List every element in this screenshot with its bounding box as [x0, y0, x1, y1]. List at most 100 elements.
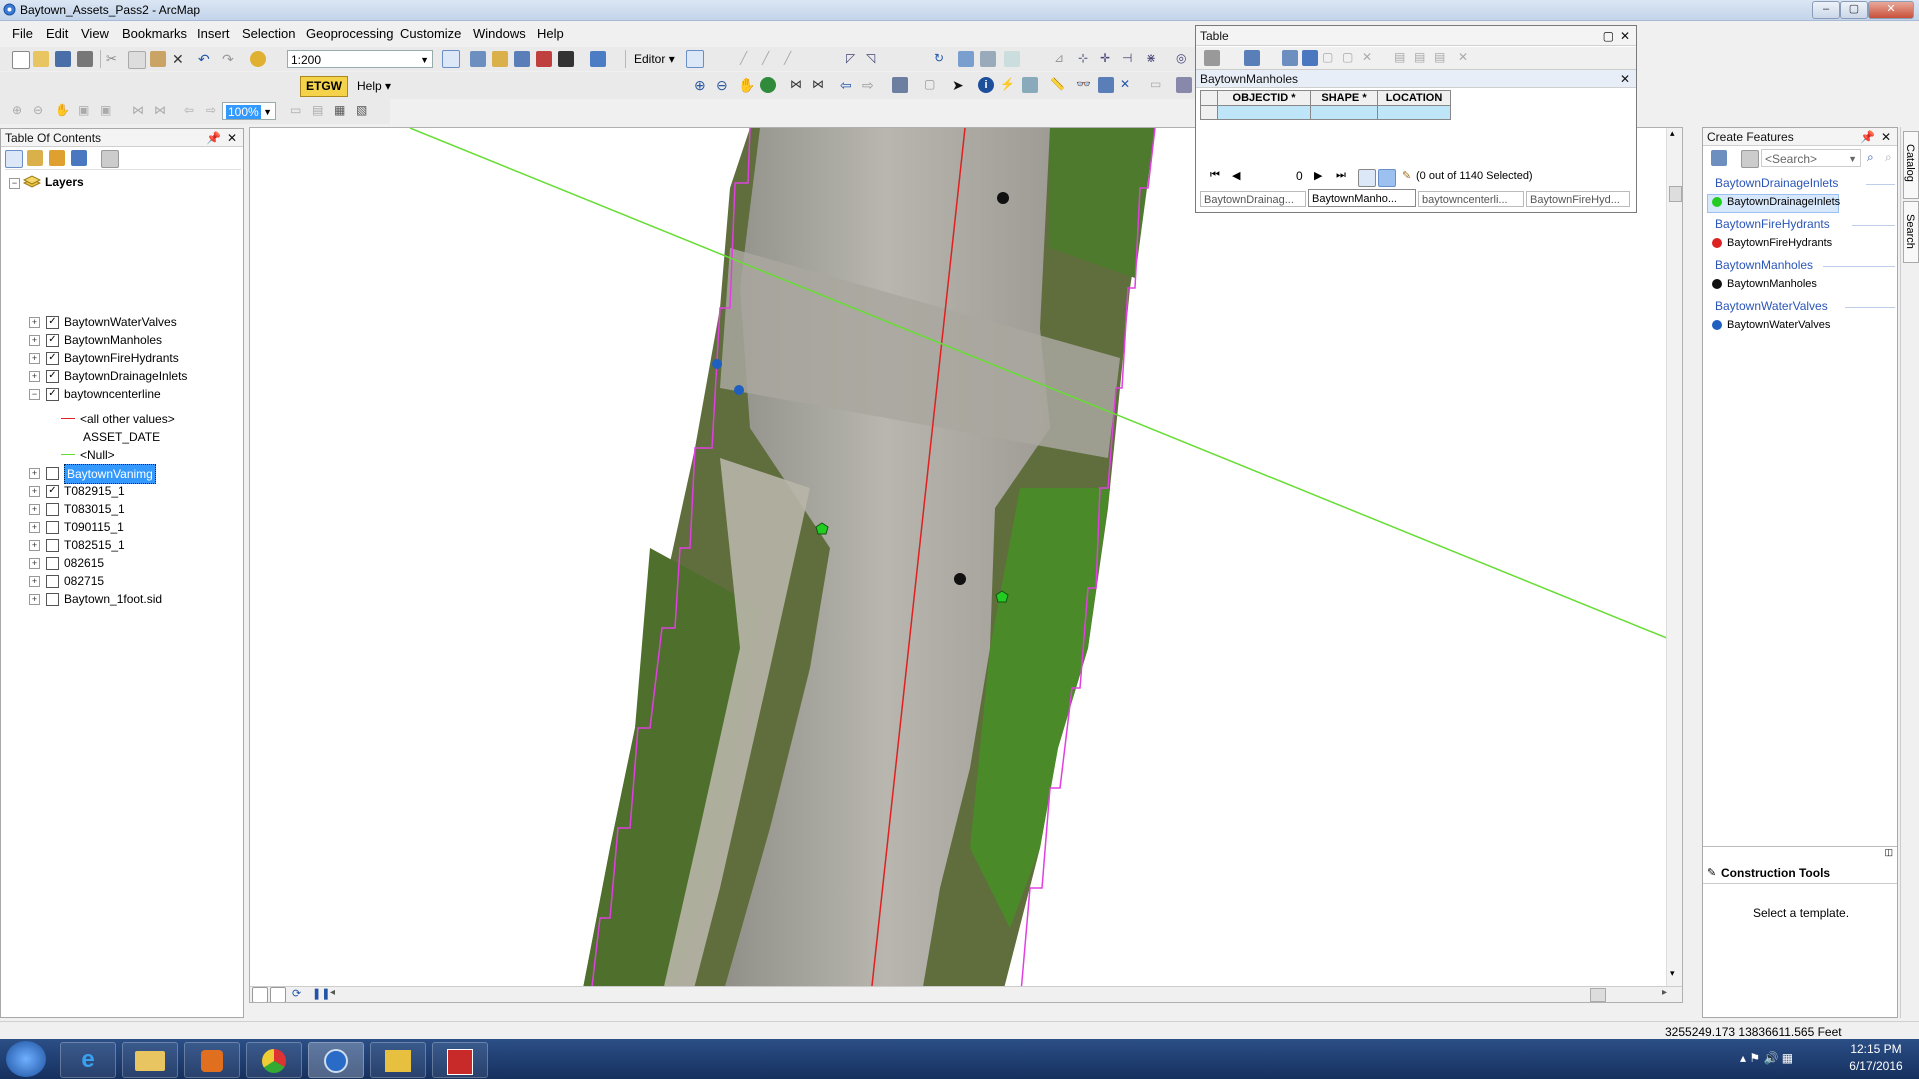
water-valve-point[interactable] [734, 385, 744, 395]
show-selected-records-icon[interactable] [1378, 169, 1396, 187]
add-data-icon[interactable] [250, 51, 266, 67]
scroll-down-icon[interactable]: ▾ [1670, 968, 1675, 979]
expand-icon[interactable]: + [29, 504, 40, 515]
layers-root-label[interactable]: Layers [45, 173, 84, 191]
time-slider-icon[interactable]: ▭ [1150, 77, 1166, 93]
arctoolbox-icon[interactable] [536, 51, 552, 67]
manhole-point[interactable] [954, 573, 966, 585]
fixed-zoom-out-icon[interactable]: ⋈ [812, 77, 828, 93]
map-view[interactable]: ⟳ ❚❚ ◂ ▸ ▴ ▾ [249, 127, 1683, 1003]
expand-icon[interactable]: + [29, 335, 40, 346]
menu-edit[interactable]: Edit [46, 26, 68, 41]
full-extent-icon[interactable] [760, 77, 776, 93]
layout-zoom-in-icon[interactable]: ⊕ [12, 103, 28, 119]
layer-name[interactable]: T083015_1 [64, 500, 125, 518]
zoom-whole-page-icon[interactable]: ▣ [78, 103, 94, 119]
catalog-side-tab[interactable]: Catalog [1903, 131, 1919, 199]
adobe-reader-icon[interactable] [432, 1042, 488, 1078]
zoom-out-icon[interactable]: ⊖ [716, 77, 732, 93]
select-by-attributes-icon[interactable] [1282, 50, 1298, 66]
select-elements-icon[interactable]: ➤ [952, 77, 968, 93]
internet-explorer-icon[interactable]: e [60, 1042, 116, 1078]
snapping-icon[interactable]: ⊹ [1078, 51, 1094, 67]
delete-icon[interactable]: ✕ [172, 51, 188, 67]
expand-icon[interactable]: + [29, 540, 40, 551]
layer-name[interactable]: baytowncenterline [64, 385, 161, 403]
table-cell[interactable] [1310, 105, 1378, 120]
template-group-label[interactable]: BaytownFireHydrants [1715, 217, 1830, 231]
zoom-in-icon[interactable]: ⊕ [694, 77, 710, 93]
search-icon[interactable]: ⌕ [1867, 150, 1883, 166]
scroll-left-icon[interactable]: ◂ [330, 987, 346, 1002]
layer-name[interactable]: BaytownFireHydrants [64, 349, 179, 367]
fixed-zoom-out-layout-icon[interactable]: ⋈ [154, 103, 170, 119]
back-extent-icon[interactable]: ⇦ [840, 77, 856, 93]
fixed-zoom-in-layout-icon[interactable]: ⋈ [132, 103, 148, 119]
refresh-icon[interactable]: ⟳ [292, 987, 308, 1002]
snap-to-end-icon[interactable]: ⊣ [1122, 51, 1138, 67]
undo-icon[interactable]: ↶ [198, 51, 214, 67]
template-search-input[interactable]: <Search> ▼ [1761, 149, 1861, 167]
scroll-right-icon[interactable]: ▸ [1662, 987, 1678, 1002]
clock-time[interactable]: 12:15 PM [1845, 1042, 1907, 1056]
column-header[interactable]: LOCATION [1377, 90, 1451, 106]
editor-toolbar-icon[interactable] [442, 50, 460, 68]
menu-file[interactable]: File [12, 26, 33, 41]
expand-icon[interactable]: + [29, 468, 40, 479]
paste-icon[interactable] [150, 51, 166, 67]
list-by-visibility-icon[interactable] [49, 150, 65, 166]
feature-template-item[interactable]: BaytownWaterValves [1727, 319, 1830, 331]
end-point-arc-icon[interactable]: ╱ [762, 51, 778, 67]
cut-icon[interactable]: ✂ [106, 51, 122, 67]
focus-data-frame-icon[interactable]: ▤ [312, 103, 328, 119]
layer-name[interactable]: 082615 [64, 554, 104, 572]
topology-edit-icon[interactable]: ⊿ [1054, 51, 1070, 67]
pin-icon[interactable]: 📌 [1860, 128, 1875, 146]
layer-visibility-checkbox[interactable]: ✓ [46, 370, 59, 383]
save-icon[interactable] [55, 51, 71, 67]
expand-icon[interactable]: + [29, 317, 40, 328]
feature-template-item[interactable]: BaytownFireHydrants [1727, 237, 1832, 249]
new-document-icon[interactable] [12, 51, 30, 69]
expand-icon[interactable]: + [29, 576, 40, 587]
table-cell[interactable] [1377, 105, 1451, 120]
last-record-icon[interactable]: ⏭ [1336, 169, 1346, 182]
layer-name[interactable]: T090115_1 [64, 518, 124, 536]
list-by-drawing-order-icon[interactable] [5, 150, 23, 168]
layer-visibility-checkbox[interactable] [46, 521, 59, 534]
paste-selected-icon[interactable]: ▤ [1414, 50, 1430, 66]
collapse-icon[interactable]: − [9, 178, 20, 189]
sketch-properties-icon[interactable] [980, 51, 996, 67]
search-window-icon[interactable] [514, 51, 530, 67]
data-view-icon[interactable] [252, 987, 268, 1002]
layer-visibility-checkbox[interactable]: ✓ [46, 388, 59, 401]
previous-extent-layout-icon[interactable]: ⇦ [184, 103, 200, 119]
hyperlink-icon[interactable]: ⚡ [1000, 77, 1016, 93]
toggle-panel-icon[interactable]: ◫ [1884, 847, 1893, 858]
edit-vertices-icon[interactable]: ◸ [846, 51, 862, 67]
arcmap-taskbar-icon[interactable] [308, 1042, 364, 1078]
menu-selection[interactable]: Selection [242, 26, 295, 41]
layer-visibility-checkbox[interactable] [46, 539, 59, 552]
print-icon[interactable] [77, 51, 93, 67]
layer-visibility-checkbox[interactable]: ✓ [46, 316, 59, 329]
manhole-point[interactable] [997, 192, 1009, 204]
open-folder-icon[interactable] [33, 51, 49, 67]
column-header[interactable]: OBJECTID * [1217, 90, 1311, 106]
clock-date[interactable]: 6/17/2016 [1845, 1059, 1907, 1073]
editor-menu[interactable]: Editor ▾ [634, 52, 675, 66]
related-tables-icon[interactable] [1244, 50, 1260, 66]
find-route-icon[interactable] [1098, 77, 1114, 93]
attributes-icon[interactable] [958, 51, 974, 67]
close-icon[interactable]: ✕ [1881, 128, 1891, 146]
identify-icon[interactable]: i [978, 77, 994, 93]
menu-help[interactable]: Help [537, 26, 564, 41]
forward-extent-icon[interactable]: ⇨ [862, 77, 878, 93]
scroll-thumb[interactable] [1590, 988, 1606, 1002]
template-group-label[interactable]: BaytownDrainageInlets [1715, 176, 1838, 190]
trace-icon[interactable]: ╱ [784, 51, 800, 67]
template-group-label[interactable]: BaytownWaterValves [1715, 299, 1828, 313]
layer-visibility-checkbox[interactable] [46, 593, 59, 606]
clear-selection-icon[interactable]: ▢ [924, 77, 940, 93]
table-options-icon[interactable] [1204, 50, 1220, 66]
